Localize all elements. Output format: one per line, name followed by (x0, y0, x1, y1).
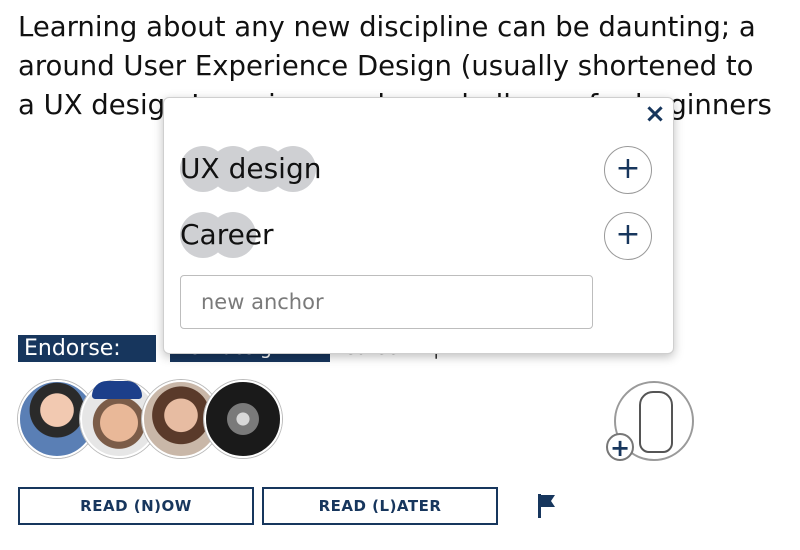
add-anchor-button[interactable]: + (604, 212, 652, 260)
new-anchor-input[interactable] (180, 275, 593, 329)
article-line: around User Experience Design (usually s… (18, 50, 754, 82)
endorse-label: Endorse: (18, 335, 156, 362)
article-line: Learning about any new discipline can be… (18, 11, 756, 43)
anchor-label[interactable]: Career (180, 218, 274, 252)
avatar[interactable] (204, 380, 282, 458)
close-icon[interactable]: × (644, 101, 666, 127)
baseball-cap-icon (92, 381, 142, 399)
add-endorser-button[interactable]: + (606, 433, 634, 461)
anchor-row: UX design + (180, 146, 660, 194)
anchor-label[interactable]: UX design (180, 152, 321, 186)
read-now-button[interactable]: READ (N)OW (18, 487, 254, 525)
anchor-popover: × UX design + Career + (163, 97, 674, 354)
read-later-button[interactable]: READ (L)ATER (262, 487, 498, 525)
cartoon-character-icon (639, 391, 673, 453)
anchor-row: Career + (180, 212, 660, 260)
add-anchor-button[interactable]: + (604, 146, 652, 194)
flag-icon[interactable] (537, 493, 557, 519)
